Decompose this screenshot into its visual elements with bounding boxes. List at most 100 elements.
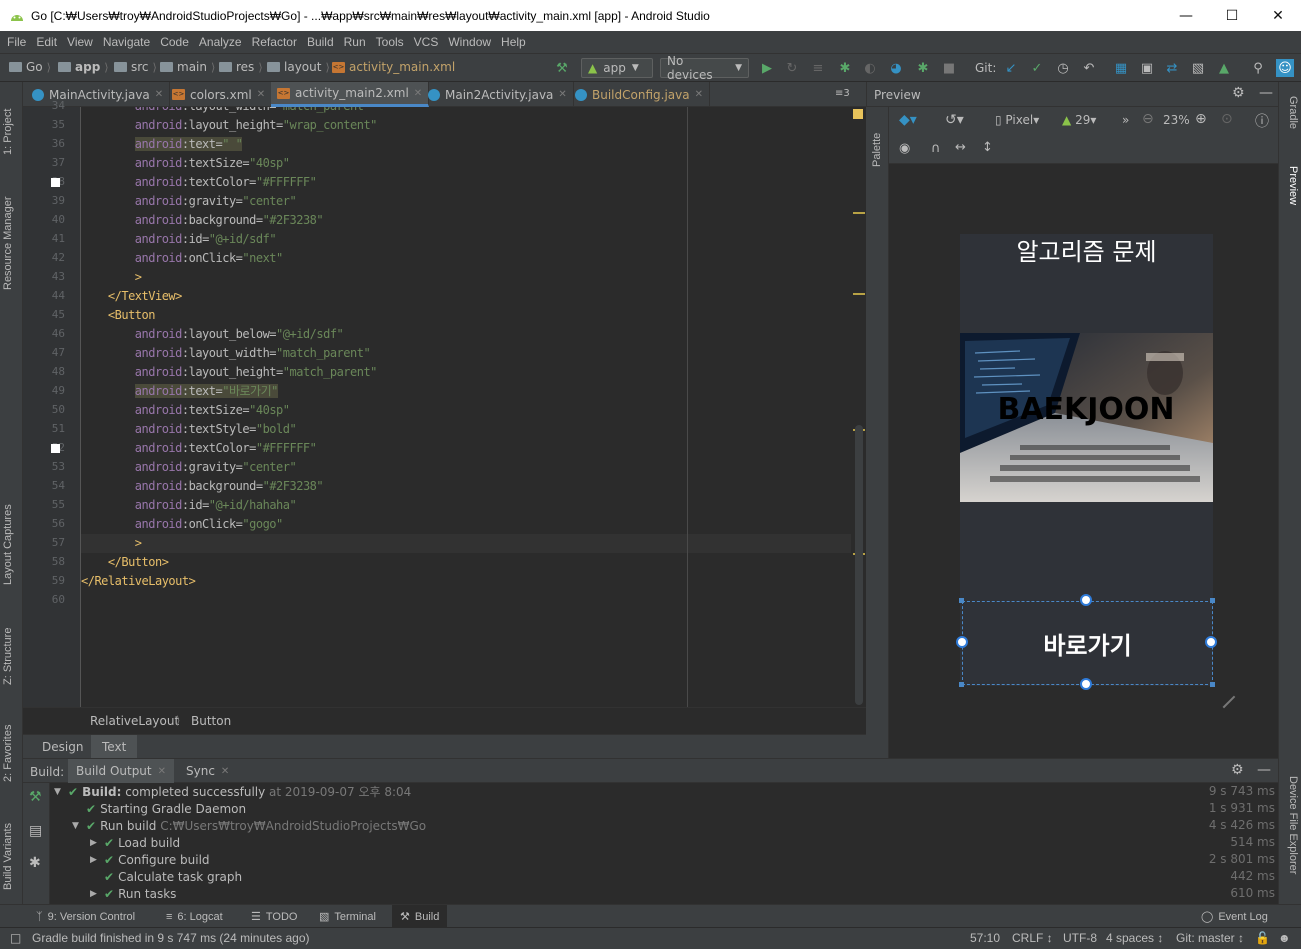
build-tree-row[interactable]: ✔ Starting Gradle Daemon [72, 801, 246, 818]
code-line[interactable]: android:textStyle="bold" [81, 420, 297, 439]
code-line[interactable]: android:gravity="center" [81, 192, 297, 211]
magnet-icon[interactable]: ∩ [931, 141, 941, 156]
expanded-arrow-icon[interactable]: ▼ [72, 818, 82, 835]
code-line[interactable]: </RelativeLayout> [81, 572, 196, 591]
code-line[interactable]: > [81, 268, 142, 287]
close-icon[interactable]: ✕ [155, 89, 163, 100]
nav-crumb-main[interactable]: main ⟩ [160, 60, 215, 74]
tab-text[interactable]: Text [91, 735, 138, 759]
menu-analyze[interactable]: Analyze [194, 35, 247, 49]
caret-position[interactable]: 57:10 [970, 931, 1000, 945]
menu-refactor[interactable]: Refactor [247, 35, 302, 49]
device-select[interactable]: No devices ▼ [660, 54, 749, 82]
eye-icon[interactable]: ◉ [899, 141, 910, 156]
tool-logcat[interactable]: ≡ 6: Logcat [158, 905, 231, 928]
code-line[interactable]: android:textColor="#FFFFFF" [81, 439, 317, 458]
tool-tab-structure[interactable]: Z: Structure [2, 628, 14, 685]
lock-icon[interactable]: 🔓 [1255, 931, 1270, 945]
avd-manager-icon[interactable]: ▧ [1189, 59, 1207, 77]
code-line[interactable]: android:textSize="40sp" [81, 154, 290, 173]
warning-marker-icon[interactable] [853, 109, 863, 119]
nav-crumb-app[interactable]: app ⟩ [58, 60, 109, 74]
attach-debugger-icon[interactable]: ◐ [861, 59, 879, 77]
code-line[interactable]: android:onClick="gogo" [81, 515, 283, 534]
code-line[interactable]: android:text="바로가기" [81, 382, 278, 401]
collapsed-arrow-icon[interactable]: ▶ [90, 852, 100, 869]
tool-version-control[interactable]: ᛉ 9: Version Control [28, 905, 143, 928]
code-line[interactable]: android:gravity="center" [81, 458, 297, 477]
tab-build-output[interactable]: Build Output ✕ [68, 759, 175, 783]
tool-terminal[interactable]: ▧ Terminal [311, 905, 384, 928]
tool-todo[interactable]: ☰ TODO [243, 905, 305, 928]
tab-buildconfig[interactable]: BuildConfig.java ✕ [569, 82, 710, 107]
code-line[interactable]: > [81, 534, 857, 553]
breadcrumb-relativelayout[interactable]: RelativeLayout [90, 714, 179, 728]
stop-icon[interactable]: ■ [940, 59, 958, 77]
code-line[interactable]: </TextView> [81, 287, 182, 306]
build-tree-row[interactable]: ▼ ✔ Run build C:₩Users₩troy₩AndroidStudioP… [72, 818, 426, 835]
tool-tab-preview[interactable]: Preview [1287, 166, 1299, 205]
tab-design[interactable]: Design [31, 735, 94, 759]
tab-main2activity[interactable]: Main2Activity.java ✕ [422, 82, 574, 107]
orientation-icon[interactable]: ↺▾ [945, 112, 964, 128]
debug-icon[interactable]: ✱ [836, 59, 854, 77]
resize-handle-icon[interactable] [1212, 685, 1236, 709]
minimize-button[interactable]: — [1163, 0, 1209, 31]
sdk-manager-icon[interactable]: ▣ [1138, 59, 1156, 77]
build-tree-row[interactable]: ▶ ✔ Load build [90, 835, 180, 852]
tool-build[interactable]: ⚒ Build [392, 905, 448, 928]
zoom-out-icon[interactable]: ⊖ [1142, 111, 1154, 127]
tool-tab-build-variants[interactable]: Build Variants [2, 823, 14, 890]
layers-icon[interactable]: ◆▾ [899, 112, 917, 128]
tool-tab-palette[interactable]: Palette [871, 133, 883, 167]
gear-icon[interactable]: ⚙ [1231, 762, 1244, 778]
code-line[interactable]: android:layout_height="match_parent" [81, 363, 378, 382]
menu-navigate[interactable]: Navigate [98, 35, 155, 49]
tab-activity-main2[interactable]: <> activity_main2.xml ✕ [271, 82, 430, 107]
breadcrumb-button[interactable]: Button [191, 714, 231, 728]
scrollbar-thumb[interactable] [855, 425, 863, 705]
constraint-handle[interactable] [1080, 594, 1092, 606]
line-separator[interactable]: CRLF ↕ [1012, 931, 1053, 945]
menu-view[interactable]: View [62, 35, 98, 49]
constraint-handle[interactable] [956, 636, 968, 648]
code-line[interactable]: android:background="#2F3238" [81, 477, 324, 496]
git-commit-icon[interactable]: ✓ [1028, 59, 1046, 77]
editor-scrollbar[interactable] [851, 107, 866, 707]
code-line[interactable]: android:textSize="40sp" [81, 401, 290, 420]
menu-help[interactable]: Help [496, 35, 531, 49]
search-icon[interactable]: ⚲ [1249, 59, 1267, 77]
api-picker[interactable]: ▲ 29▾ [1062, 113, 1096, 127]
sync-gradle-icon[interactable]: ⇄ [1163, 59, 1181, 77]
file-encoding[interactable]: UTF-8 [1063, 931, 1097, 945]
close-icon[interactable]: ✕ [221, 766, 229, 777]
menu-window[interactable]: Window [443, 35, 496, 49]
menu-build[interactable]: Build [302, 35, 339, 49]
color-swatch-icon[interactable] [51, 444, 60, 453]
menu-run[interactable]: Run [339, 35, 371, 49]
menu-vcs[interactable]: VCS [409, 35, 444, 49]
status-message[interactable]: Gradle build finished in 9 s 747 ms (24 … [32, 931, 309, 945]
tool-tab-device-file-explorer[interactable]: Device File Explorer [1287, 776, 1299, 874]
tool-tab-project[interactable]: 1: Project [2, 109, 14, 155]
status-toggle-icon[interactable]: □ [10, 931, 21, 945]
build-tree-row[interactable]: ▶ ✔ Configure build [90, 852, 210, 869]
code-line[interactable]: </Button> [81, 553, 169, 572]
build-tree-row[interactable]: ▼ ✔ Build: completed successfully at 2019-… [54, 784, 411, 801]
menu-tools[interactable]: Tools [371, 35, 409, 49]
sdk-icon[interactable]: ▲ [1215, 59, 1233, 77]
build-tree-row[interactable]: ▶ ✔ Run tasks [90, 886, 176, 903]
git-update-icon[interactable]: ↙ [1002, 59, 1020, 77]
git-history-icon[interactable]: ◷ [1054, 59, 1072, 77]
hide-panel-icon[interactable]: — [1259, 85, 1273, 101]
code-line[interactable]: android:layout_below="@+id/sdf" [81, 325, 344, 344]
build-tree-row[interactable]: ✔ Calculate task graph [90, 869, 242, 886]
run-config-select[interactable]: ▲ app ▼ [581, 58, 653, 78]
go-button[interactable]: 바로가기 [962, 601, 1213, 685]
maximize-button[interactable]: ☐ [1209, 0, 1255, 31]
close-icon[interactable]: ✕ [695, 89, 703, 100]
git-revert-icon[interactable]: ↶ [1080, 59, 1098, 77]
gear-icon[interactable]: ⚙ [1232, 85, 1245, 101]
zoom-in-icon[interactable]: ⊕ [1195, 111, 1207, 127]
nav-crumb-project[interactable]: Go ⟩ [9, 60, 51, 74]
